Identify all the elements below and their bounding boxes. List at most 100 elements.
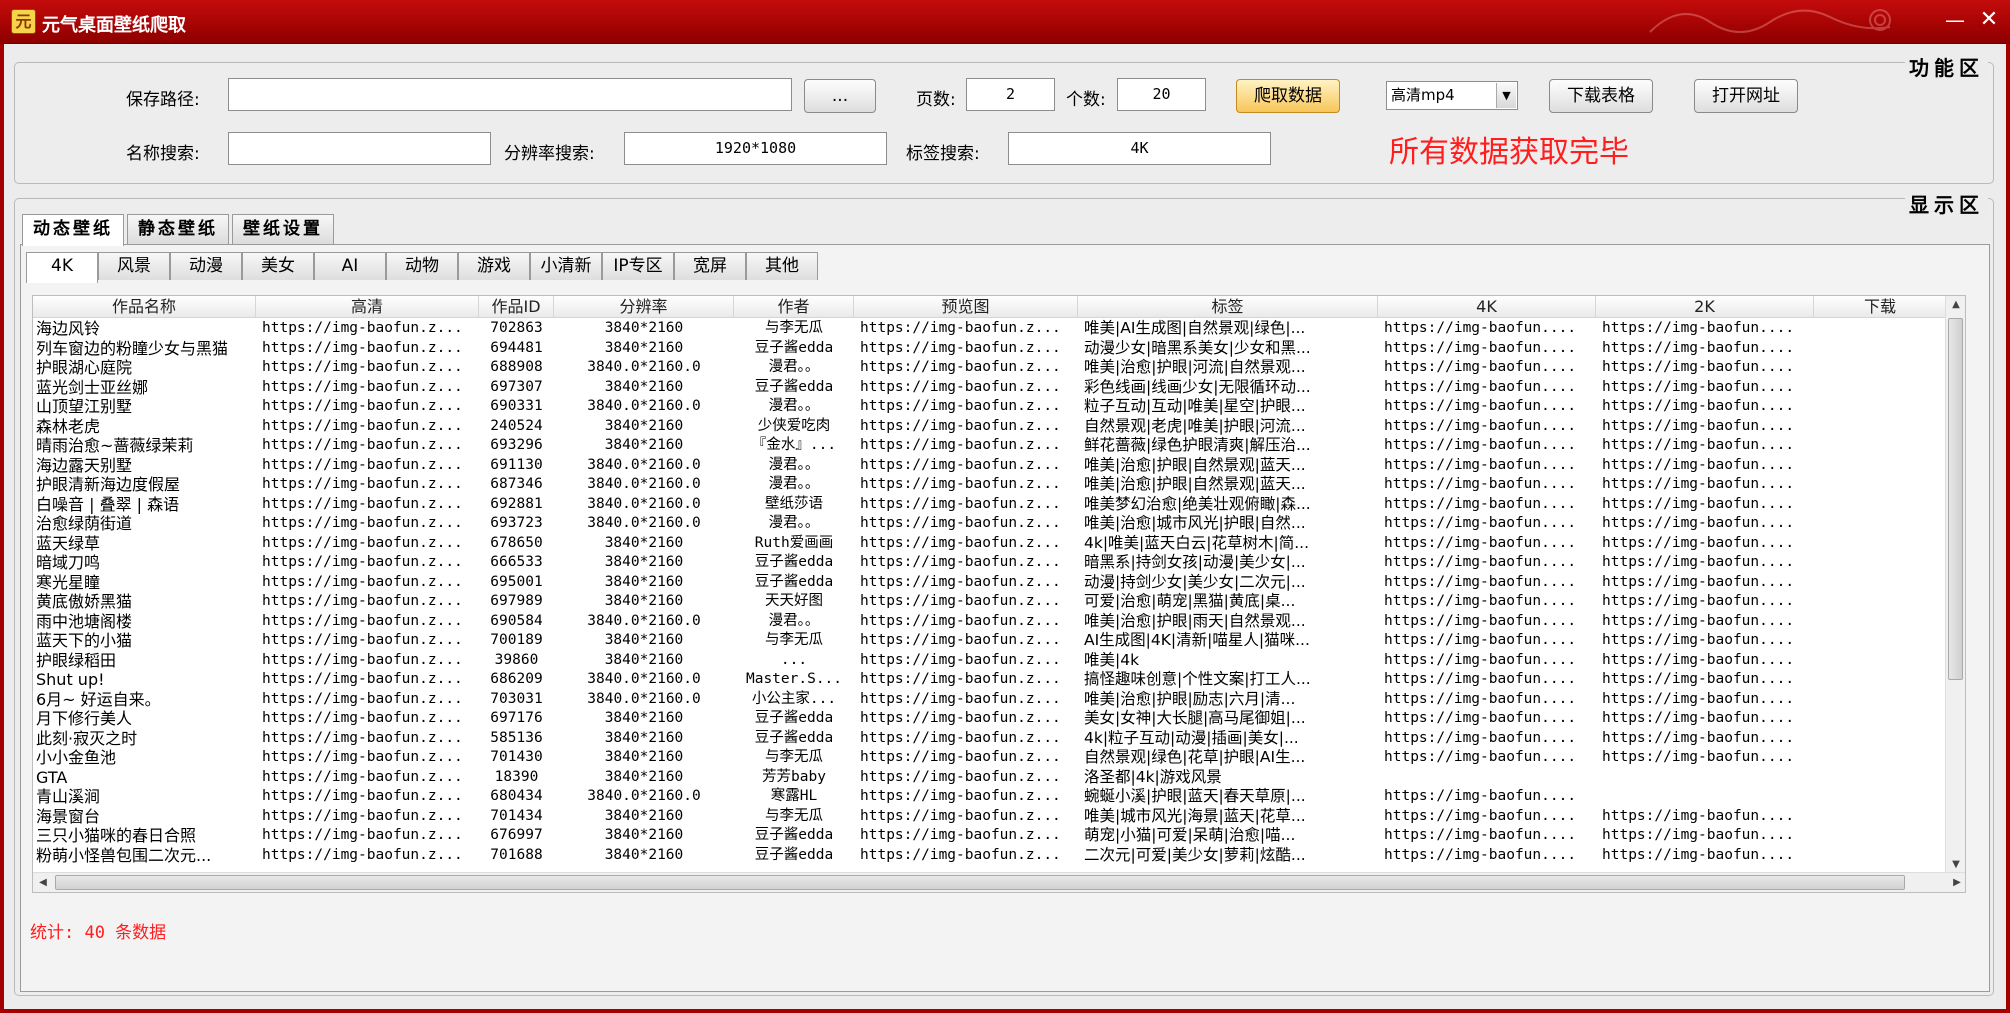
col-header-preview[interactable]: 预览图 bbox=[854, 296, 1078, 318]
cell-preview[interactable]: https://img-baofun.z... bbox=[854, 787, 1078, 807]
cell-4k[interactable]: https://img-baofun.... bbox=[1378, 553, 1596, 573]
cell-author[interactable]: 豆子酱edda bbox=[734, 729, 854, 749]
cell-hd[interactable]: https://img-baofun.z... bbox=[256, 319, 479, 339]
cell-2k[interactable]: https://img-baofun.... bbox=[1596, 534, 1814, 554]
name-search-input[interactable] bbox=[228, 132, 491, 165]
cell-author[interactable]: 天天好图 bbox=[734, 592, 854, 612]
cell-resolution[interactable]: 3840.0*2160.0 bbox=[554, 670, 734, 690]
cell-id[interactable]: 690584 bbox=[479, 612, 554, 632]
cell-resolution[interactable]: 3840*2160 bbox=[554, 846, 734, 866]
cell-preview[interactable]: https://img-baofun.z... bbox=[854, 748, 1078, 768]
tab-4k[interactable]: 4K bbox=[26, 252, 98, 283]
cell-hd[interactable]: https://img-baofun.z... bbox=[256, 748, 479, 768]
cell-resolution[interactable]: 3840*2160 bbox=[554, 417, 734, 437]
cell-4k[interactable]: https://img-baofun.... bbox=[1378, 690, 1596, 710]
table-row[interactable]: 蓝光剑士亚丝娜 https://img-baofun.z... 697307 3840… bbox=[33, 378, 1947, 398]
cell-4k[interactable]: https://img-baofun.... bbox=[1378, 475, 1596, 495]
table-row[interactable]: 白噪音 | 叠翠 | 森语 https://img-baofun.z... 6928… bbox=[33, 495, 1947, 515]
cell-author[interactable]: 芳芳baby bbox=[734, 768, 854, 788]
col-header-name[interactable]: 作品名称 bbox=[33, 296, 256, 318]
cell-preview[interactable]: https://img-baofun.z... bbox=[854, 690, 1078, 710]
cell-resolution[interactable]: 3840.0*2160.0 bbox=[554, 787, 734, 807]
cell-tags[interactable]: 唯美|治愈|护眼|励志|六月|清... bbox=[1078, 690, 1378, 710]
table-row[interactable]: 黄底傲娇黑猫 https://img-baofun.z... 697989 3840*… bbox=[33, 592, 1947, 612]
cell-preview[interactable]: https://img-baofun.z... bbox=[854, 339, 1078, 359]
cell-id[interactable]: 691130 bbox=[479, 456, 554, 476]
cell-tags[interactable]: 粒子互动|互动|唯美|星空|护眼... bbox=[1078, 397, 1378, 417]
cell-hd[interactable]: https://img-baofun.z... bbox=[256, 612, 479, 632]
cell-download[interactable] bbox=[1814, 534, 1947, 554]
cell-name[interactable]: 寒光星瞳 bbox=[33, 573, 256, 593]
table-row[interactable]: 月下修行美人 https://img-baofun.z... 697176 3840*… bbox=[33, 709, 1947, 729]
cell-name[interactable]: 护眼湖心庭院 bbox=[33, 358, 256, 378]
cell-id[interactable]: 666533 bbox=[479, 553, 554, 573]
tag-search-input[interactable]: 4K bbox=[1008, 132, 1271, 165]
cell-2k[interactable]: https://img-baofun.... bbox=[1596, 378, 1814, 398]
col-header-author[interactable]: 作者 bbox=[734, 296, 854, 318]
cell-name[interactable]: 森林老虎 bbox=[33, 417, 256, 437]
tab-scenery[interactable]: 风景 bbox=[98, 252, 170, 280]
tab-static-wallpaper[interactable]: 静态壁纸 bbox=[127, 214, 229, 244]
cell-id[interactable]: 697176 bbox=[479, 709, 554, 729]
cell-2k[interactable]: https://img-baofun.... bbox=[1596, 319, 1814, 339]
table-row[interactable]: 晴雨治愈~蔷薇绿茉莉 https://img-baofun.z... 693296 3… bbox=[33, 436, 1947, 456]
cell-author[interactable]: 豆子酱edda bbox=[734, 339, 854, 359]
cell-2k[interactable]: https://img-baofun.... bbox=[1596, 553, 1814, 573]
cell-id[interactable]: 585136 bbox=[479, 729, 554, 749]
cell-preview[interactable]: https://img-baofun.z... bbox=[854, 475, 1078, 495]
wallpaper-table[interactable]: 作品名称 高清 作品ID 分辨率 作者 预览图 标签 4K 2K 下载 海边风铃… bbox=[32, 295, 1966, 893]
table-row[interactable]: 森林老虎 https://img-baofun.z... 240524 3840*21… bbox=[33, 417, 1947, 437]
cell-id[interactable]: 701434 bbox=[479, 807, 554, 827]
cell-id[interactable]: 703031 bbox=[479, 690, 554, 710]
cell-tags[interactable]: 洛圣都|4k|游戏风景 bbox=[1078, 768, 1378, 788]
cell-hd[interactable]: https://img-baofun.z... bbox=[256, 651, 479, 671]
cell-hd[interactable]: https://img-baofun.z... bbox=[256, 592, 479, 612]
cell-name[interactable]: 小小金鱼池 bbox=[33, 748, 256, 768]
cell-download[interactable] bbox=[1814, 612, 1947, 632]
table-row[interactable]: 青山溪涧 https://img-baofun.z... 680434 3840.0*… bbox=[33, 787, 1947, 807]
cell-id[interactable]: 701688 bbox=[479, 846, 554, 866]
cell-2k[interactable] bbox=[1596, 787, 1814, 807]
cell-id[interactable]: 676997 bbox=[479, 826, 554, 846]
cell-author[interactable]: Master.S... bbox=[734, 670, 854, 690]
cell-author[interactable]: 豆子酱edda bbox=[734, 709, 854, 729]
tab-games[interactable]: 游戏 bbox=[458, 252, 530, 280]
cell-download[interactable] bbox=[1814, 651, 1947, 671]
open-url-button[interactable]: 打开网址 bbox=[1694, 79, 1798, 113]
cell-2k[interactable]: https://img-baofun.... bbox=[1596, 456, 1814, 476]
table-row[interactable]: 粉萌小怪兽包围二次元... https://img-baofun.z... 7016… bbox=[33, 846, 1947, 866]
tab-ip-zone[interactable]: IP专区 bbox=[602, 252, 674, 280]
table-row[interactable]: 列车窗边的粉瞳少女与黑猫 https://img-baofun.z... 69448… bbox=[33, 339, 1947, 359]
cell-resolution[interactable]: 3840*2160 bbox=[554, 651, 734, 671]
cell-author[interactable]: 豆子酱edda bbox=[734, 573, 854, 593]
cell-4k[interactable]: https://img-baofun.... bbox=[1378, 319, 1596, 339]
cell-resolution[interactable]: 3840*2160 bbox=[554, 378, 734, 398]
count-input[interactable]: 20 bbox=[1117, 78, 1206, 111]
cell-tags[interactable]: AI生成图|4K|清新|喵星人|猫咪... bbox=[1078, 631, 1378, 651]
table-row[interactable]: 寒光星瞳 https://img-baofun.z... 695001 3840*21… bbox=[33, 573, 1947, 593]
cell-preview[interactable]: https://img-baofun.z... bbox=[854, 358, 1078, 378]
cell-tags[interactable]: 暗黑系|持剑女孩|动漫|美少女|... bbox=[1078, 553, 1378, 573]
table-row[interactable]: 暗域刀鸣 https://img-baofun.z... 666533 3840*21… bbox=[33, 553, 1947, 573]
cell-resolution[interactable]: 3840*2160 bbox=[554, 553, 734, 573]
table-row[interactable]: 蓝天下的小猫 https://img-baofun.z... 700189 3840*… bbox=[33, 631, 1947, 651]
table-row[interactable]: 治愈绿荫街道 https://img-baofun.z... 693723 3840.… bbox=[33, 514, 1947, 534]
cell-id[interactable]: 18390 bbox=[479, 768, 554, 788]
cell-preview[interactable]: https://img-baofun.z... bbox=[854, 651, 1078, 671]
cell-preview[interactable]: https://img-baofun.z... bbox=[854, 670, 1078, 690]
cell-name[interactable]: 暗域刀鸣 bbox=[33, 553, 256, 573]
cell-4k[interactable]: https://img-baofun.... bbox=[1378, 514, 1596, 534]
cell-4k[interactable]: https://img-baofun.... bbox=[1378, 807, 1596, 827]
cell-preview[interactable]: https://img-baofun.z... bbox=[854, 807, 1078, 827]
cell-download[interactable] bbox=[1814, 495, 1947, 515]
cell-hd[interactable]: https://img-baofun.z... bbox=[256, 826, 479, 846]
cell-resolution[interactable]: 3840*2160 bbox=[554, 807, 734, 827]
tab-fresh[interactable]: 小清新 bbox=[530, 252, 602, 280]
cell-hd[interactable]: https://img-baofun.z... bbox=[256, 514, 479, 534]
cell-4k[interactable]: https://img-baofun.... bbox=[1378, 787, 1596, 807]
cell-preview[interactable]: https://img-baofun.z... bbox=[854, 826, 1078, 846]
cell-download[interactable] bbox=[1814, 592, 1947, 612]
table-row[interactable]: 山顶望江别墅 https://img-baofun.z... 690331 3840.… bbox=[33, 397, 1947, 417]
cell-resolution[interactable]: 3840*2160 bbox=[554, 319, 734, 339]
cell-download[interactable] bbox=[1814, 826, 1947, 846]
